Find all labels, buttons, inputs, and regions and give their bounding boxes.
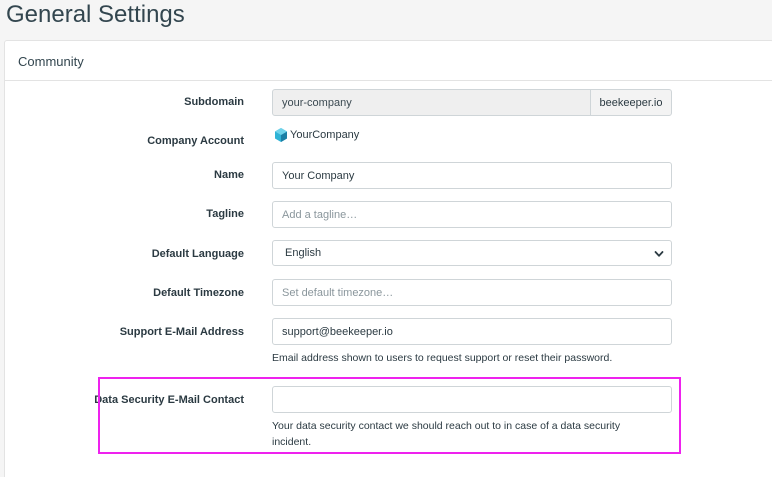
subdomain-field[interactable]: your-company [272, 89, 592, 116]
data-security-email-help: Your data security contact we should rea… [272, 420, 621, 448]
panel-title: Community [18, 54, 84, 69]
chevron-down-icon [654, 251, 664, 257]
default-language-label: Default Language [151, 248, 244, 260]
tagline-field[interactable]: Add a tagline… [272, 201, 672, 228]
subdomain-value: your-company [282, 96, 352, 109]
company-account-label: Company Account [147, 135, 244, 147]
support-email-label: Support E-Mail Address [119, 326, 244, 338]
default-timezone-placeholder: Set default timezone… [282, 286, 394, 299]
tagline-label: Tagline [206, 208, 244, 220]
tagline-placeholder: Add a tagline… [282, 208, 358, 221]
data-security-email-label: Data Security E-Mail Contact [94, 394, 244, 406]
name-value: Your Company [282, 169, 355, 182]
company-account: YourCompany [274, 128, 359, 142]
page-title: General Settings [6, 1, 185, 28]
support-email-help: Email address shown to users to request … [272, 352, 613, 364]
default-timezone-label: Default Timezone [153, 287, 244, 299]
subdomain-label: Subdomain [184, 96, 244, 108]
default-timezone-field[interactable]: Set default timezone… [272, 279, 672, 306]
name-label: Name [214, 169, 244, 181]
name-field[interactable]: Your Company [272, 162, 672, 189]
support-email-field[interactable]: support@beekeeper.io [272, 318, 672, 345]
default-language-select[interactable]: English [272, 240, 672, 266]
panel-header: Community [5, 41, 772, 81]
company-account-name: YourCompany [290, 129, 360, 141]
company-logo-icon [275, 128, 287, 142]
default-language-value: English [285, 247, 322, 259]
support-email-value: support@beekeeper.io [282, 325, 393, 338]
data-security-email-field[interactable] [272, 386, 672, 413]
subdomain-suffix: beekeeper.io [590, 89, 672, 116]
